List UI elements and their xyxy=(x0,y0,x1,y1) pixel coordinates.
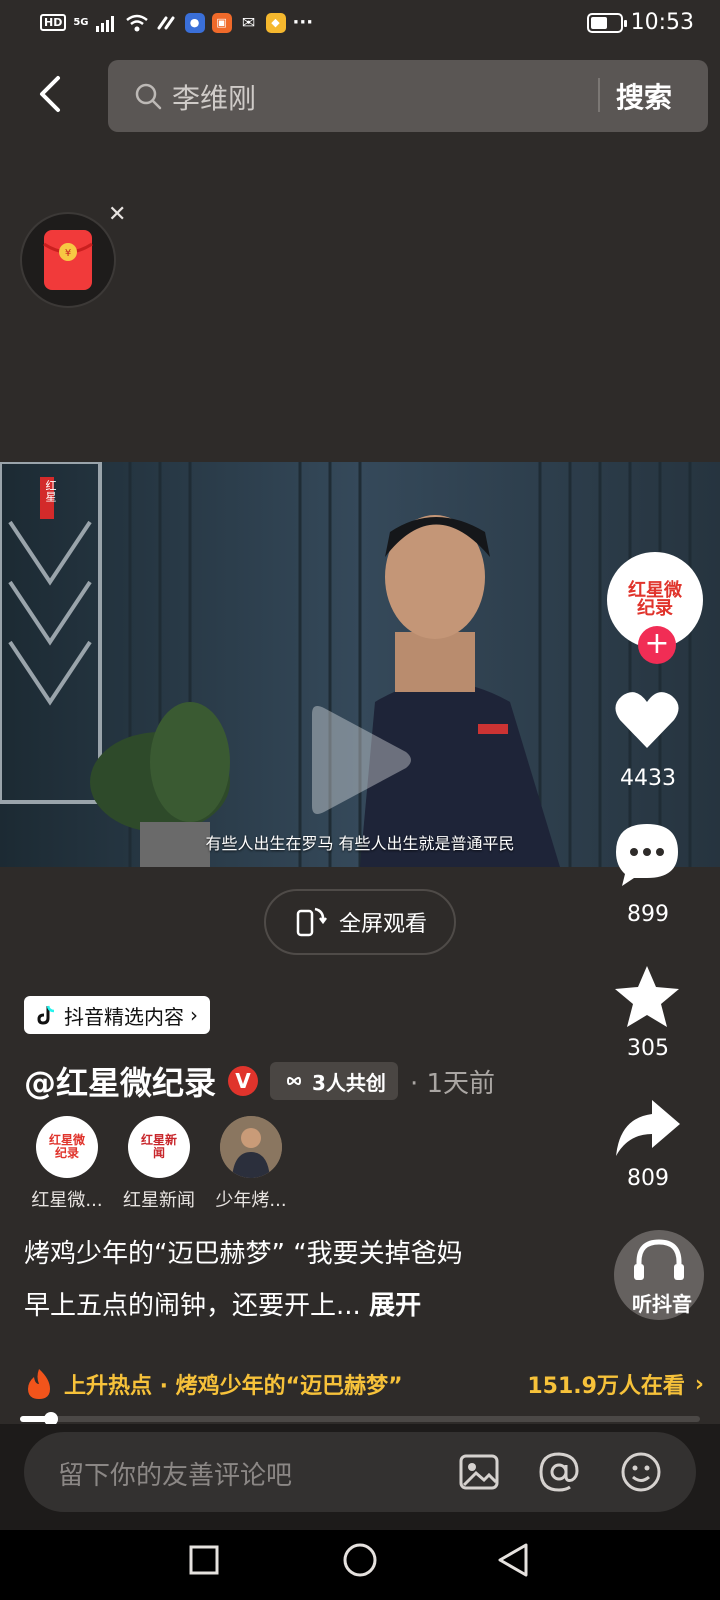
rotate-phone-icon xyxy=(296,907,327,937)
like-icon[interactable] xyxy=(612,686,682,756)
comment-icon[interactable] xyxy=(612,818,682,888)
chevron-right-icon: › xyxy=(694,1371,704,1397)
comment-placeholder: 留下你的友善评论吧 xyxy=(58,1461,293,1491)
app-notification-icon: ● xyxy=(184,12,205,33)
headphones-icon xyxy=(634,1239,684,1280)
author-avatar-text: 红星微纪录 xyxy=(628,580,682,619)
share-icon[interactable] xyxy=(612,1094,682,1164)
favorite-count: 305 xyxy=(627,1036,669,1061)
collaborator-name: 少年烤... xyxy=(215,1190,287,1211)
fullscreen-button[interactable]: 全屏观看 xyxy=(264,889,456,955)
system-nav-bar xyxy=(0,1530,720,1600)
follow-button[interactable]: + xyxy=(638,626,676,664)
verified-badge-icon: V xyxy=(228,1066,259,1096)
hot-topic-label: 上升热点 · 烤鸡少年的“迈巴赫梦” xyxy=(64,1374,403,1399)
infinity-icon xyxy=(287,1076,302,1086)
search-divider xyxy=(598,78,600,112)
hot-topic-viewers-wrap: 151.9万人在看 › xyxy=(527,1368,704,1400)
hot-topic-viewers: 151.9万人在看 xyxy=(527,1374,685,1399)
collaborator[interactable]: 红星新闻 红星新闻 xyxy=(114,1116,204,1212)
author-row: @红星微纪录 V 3人共创 · 1天前 xyxy=(24,1058,495,1104)
post-description: 烤鸡少年的“迈巴赫梦” “我要关掉爸妈 早上五点的闹钟，还要开上... 展开 xyxy=(24,1228,564,1332)
description-line: 早上五点的闹钟，还要开上... xyxy=(24,1291,361,1321)
app-notification-icon: ◆ xyxy=(265,12,286,33)
mention-icon[interactable] xyxy=(536,1449,582,1495)
like-count: 4433 xyxy=(620,766,676,791)
red-packet-button[interactable]: ¥ xyxy=(20,212,116,308)
watermark: 红星 xyxy=(44,480,57,502)
chevron-left-icon xyxy=(40,76,60,112)
back-button[interactable] xyxy=(30,72,74,116)
signal-icon xyxy=(95,15,114,32)
collaborator-name: 红星新闻 xyxy=(123,1190,195,1211)
listen-label: 听抖音 xyxy=(632,1292,692,1316)
collaborator[interactable]: 红星微纪录 红星微... xyxy=(22,1116,112,1212)
wechat-icon: ✉ xyxy=(241,13,256,32)
collaborator-name: 红星微... xyxy=(31,1190,103,1211)
progress-bar[interactable] xyxy=(20,1416,700,1422)
expand-button[interactable]: 展开 xyxy=(369,1291,421,1321)
tiktok-logo-icon xyxy=(37,1005,55,1025)
author-name[interactable]: @红星微纪录 xyxy=(24,1058,216,1104)
hd-badge: HD xyxy=(40,14,67,31)
cocreate-badge[interactable]: 3人共创 xyxy=(270,1062,398,1100)
description-line: 烤鸡少年的“迈巴赫梦” “我要关掉爸妈 xyxy=(24,1239,463,1269)
avatar-logo-text: 红星新闻 xyxy=(140,1132,177,1160)
image-icon[interactable] xyxy=(456,1449,502,1495)
play-button[interactable] xyxy=(306,700,416,820)
status-icons-left: HD 5G ● ▣ ✉ ◆ ··· xyxy=(40,12,313,33)
hot-topic-bar[interactable]: 上升热点 · 烤鸡少年的“迈巴赫梦” 151.9万人在看 › xyxy=(24,1364,704,1404)
avatar xyxy=(220,1116,282,1178)
clock: 10:53 xyxy=(630,10,694,35)
star-icon[interactable] xyxy=(612,962,682,1032)
play-icon xyxy=(312,706,411,814)
home-icon[interactable] xyxy=(342,1542,378,1578)
network-type: 5G xyxy=(73,17,89,28)
featured-tag-label: 抖音精选内容 xyxy=(64,1004,184,1029)
close-icon[interactable]: ✕ xyxy=(108,202,126,227)
avatar: 红星新闻 xyxy=(128,1116,190,1178)
app-notification-icon: ▣ xyxy=(211,12,232,33)
person-photo-icon xyxy=(220,1116,282,1178)
search-input[interactable]: 李维刚 xyxy=(172,77,256,117)
avatar: 红星微纪录 xyxy=(36,1116,98,1178)
red-packet-icon: ¥ xyxy=(43,230,93,290)
fire-icon xyxy=(28,1369,50,1399)
featured-tag[interactable]: 抖音精选内容 › xyxy=(24,996,210,1034)
search-icon xyxy=(135,83,162,110)
chevron-right-icon: › xyxy=(190,1003,198,1027)
status-bar: HD 5G ● ▣ ✉ ◆ ··· 10:53 xyxy=(0,0,720,48)
description-line-2: 早上五点的闹钟，还要开上... 展开 xyxy=(24,1280,564,1332)
more-notifications: ··· xyxy=(292,12,314,33)
recent-apps-icon[interactable] xyxy=(188,1544,220,1576)
post-time: · 1天前 xyxy=(409,1068,496,1099)
back-nav-icon[interactable] xyxy=(496,1542,530,1578)
comment-count: 899 xyxy=(627,902,669,927)
link-icon xyxy=(157,16,175,29)
emoji-icon[interactable] xyxy=(618,1449,664,1495)
fullscreen-label: 全屏观看 xyxy=(338,912,427,937)
cocreate-label: 3人共创 xyxy=(312,1070,386,1095)
status-icons-right: 10:53 xyxy=(586,10,694,35)
wifi-icon xyxy=(125,14,148,31)
svg-text:¥: ¥ xyxy=(65,248,71,259)
avatar-logo-text: 红星微纪录 xyxy=(48,1132,85,1160)
share-count: 809 xyxy=(627,1166,669,1191)
collaborator[interactable]: 少年烤... xyxy=(206,1116,296,1212)
search-bar[interactable]: 李维刚 搜索 xyxy=(108,60,708,132)
battery-icon xyxy=(586,12,627,33)
search-button[interactable]: 搜索 xyxy=(616,76,672,116)
